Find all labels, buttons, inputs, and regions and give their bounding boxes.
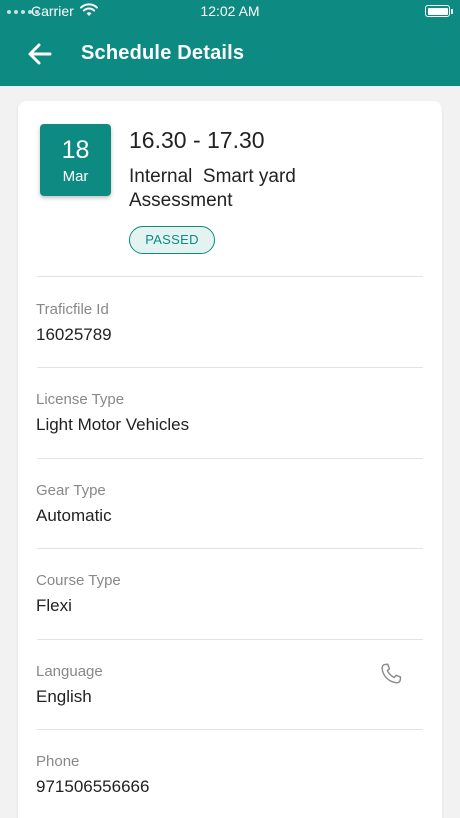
gear-type-value: Automatic	[36, 506, 112, 525]
divider	[37, 458, 423, 459]
call-button[interactable]	[378, 661, 404, 687]
page-title: Schedule Details	[81, 42, 245, 64]
status-badge: PASSED	[129, 226, 215, 254]
divider	[37, 367, 423, 368]
date-month: Mar	[62, 168, 89, 185]
course-type-value: Flexi	[36, 596, 72, 615]
status-bar: Carrier 12:02 AM	[0, 0, 460, 22]
divider	[37, 639, 423, 640]
divider	[37, 276, 423, 277]
phone-label: Phone	[36, 753, 80, 770]
trafficfile-id-value: 16025789	[36, 325, 112, 344]
date-day: 18	[61, 136, 90, 164]
schedule-title-line1: Internal Smart yard	[129, 166, 296, 187]
time-range: 16.30 - 17.30	[129, 127, 265, 153]
date-badge: 18 Mar	[40, 124, 111, 196]
arrow-left-icon	[28, 43, 52, 65]
course-type-label: Course Type	[36, 572, 121, 589]
language-value: English	[36, 687, 92, 706]
divider	[37, 729, 423, 730]
app-header: Carrier 12:02 AM Schedule Details	[0, 0, 460, 86]
phone-icon	[381, 663, 402, 684]
back-button[interactable]	[26, 41, 54, 67]
schedule-card: 18 Mar 16.30 - 17.30 Internal Smart yard…	[18, 101, 442, 818]
trafficfile-id-label: Traficfile Id	[36, 301, 109, 318]
license-type-value: Light Motor Vehicles	[36, 415, 190, 434]
battery-icon	[425, 5, 453, 17]
schedule-title-line2: Assessment	[129, 190, 233, 211]
phone-value: 971506556666	[36, 777, 150, 796]
divider	[37, 548, 423, 549]
gear-type-label: Gear Type	[36, 482, 106, 499]
status-time: 12:02 AM	[200, 3, 260, 19]
language-label: Language	[36, 663, 103, 680]
license-type-label: License Type	[36, 391, 125, 408]
